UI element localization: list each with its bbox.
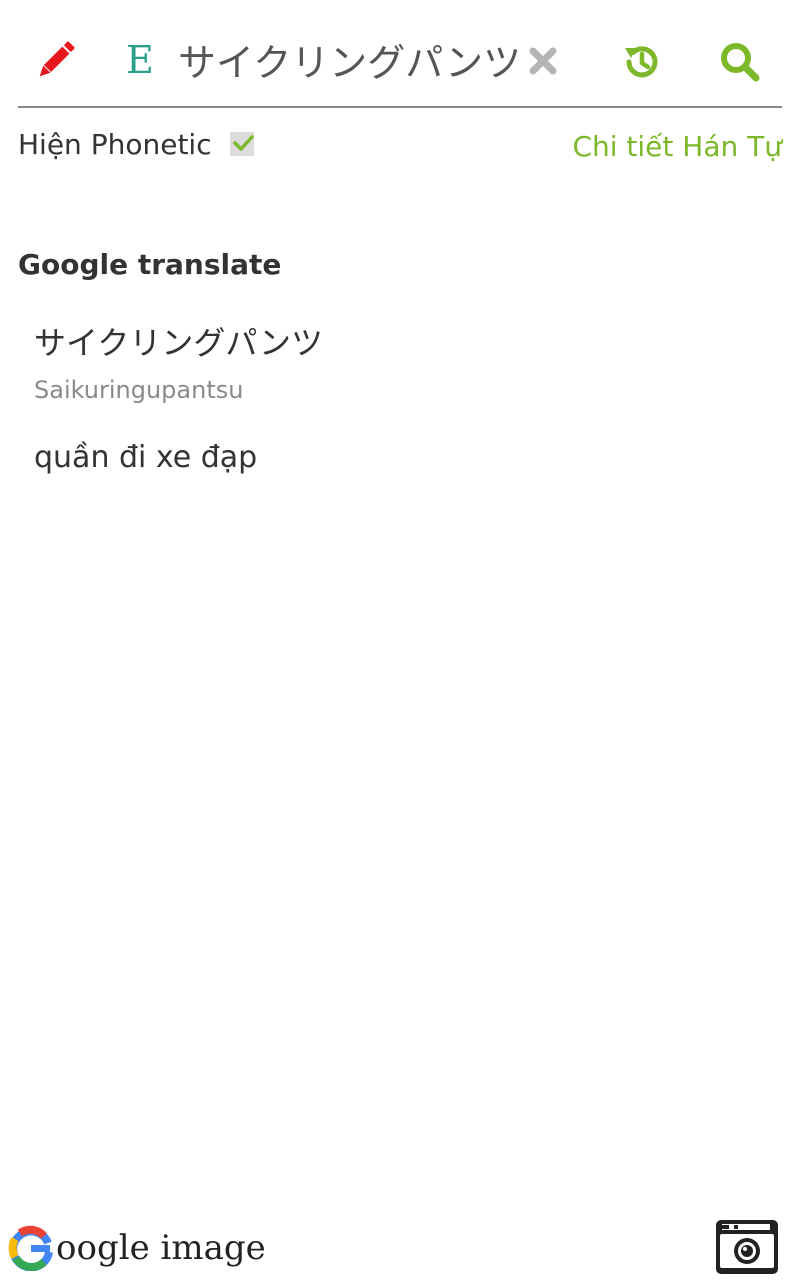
checkmark-icon: [232, 135, 254, 151]
mode-letter: E: [126, 38, 154, 82]
language-mode-button[interactable]: E: [112, 32, 168, 88]
toolbar-divider: [18, 106, 782, 108]
camera-icon[interactable]: [714, 1218, 780, 1276]
translation-text: quần đi xe đạp: [34, 440, 258, 475]
phonetic-checkbox[interactable]: [229, 132, 254, 156]
google-g-icon: [8, 1225, 53, 1271]
google-image-button[interactable]: oogle image: [8, 1222, 266, 1274]
source-text: サイクリングパンツ: [34, 324, 323, 362]
history-icon[interactable]: [614, 34, 670, 90]
kanji-details-link[interactable]: Chi tiết Hán Tự: [572, 130, 782, 163]
top-toolbar: E: [0, 0, 800, 108]
search-input[interactable]: [178, 30, 520, 88]
close-icon[interactable]: [520, 38, 566, 84]
phonetic-toggle-label: Hiện Phonetic: [18, 127, 212, 161]
pencil-icon[interactable]: [28, 32, 84, 88]
phonetic-toggle-row: Hiện Phonetic: [18, 124, 254, 164]
section-title: Google translate: [18, 248, 282, 281]
phonetic-text: Saikuringupantsu: [34, 376, 244, 404]
google-image-label: oogle image: [56, 1228, 266, 1268]
search-icon[interactable]: [712, 34, 768, 90]
